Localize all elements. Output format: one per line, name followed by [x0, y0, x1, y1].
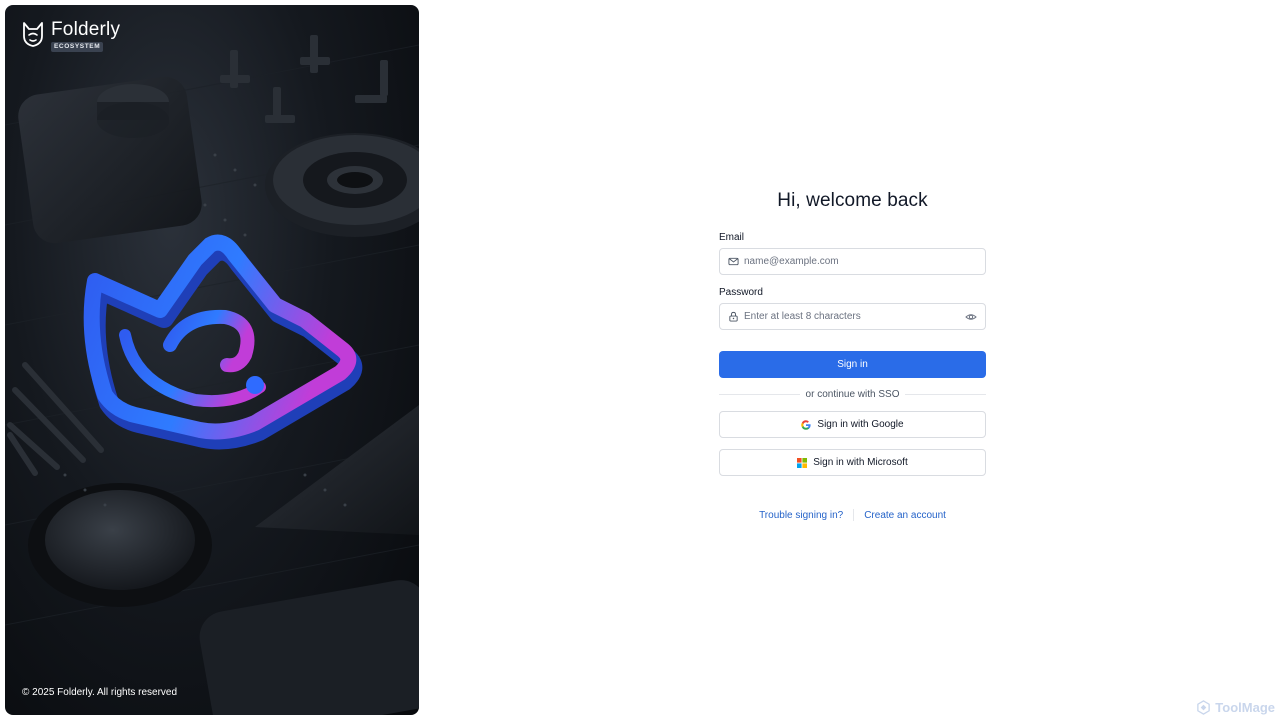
create-account-link[interactable]: Create an account: [864, 510, 946, 521]
password-group: Password: [719, 287, 986, 330]
links-separator: [853, 509, 855, 521]
trouble-signing-in-link[interactable]: Trouble signing in?: [759, 510, 843, 521]
microsoft-sign-in-label: Sign in with Microsoft: [813, 457, 908, 468]
divider-line-left: [719, 394, 800, 395]
brand-logo[interactable]: Folderly ECOSYSTEM: [21, 20, 120, 52]
neon-fox-logo: [83, 234, 363, 450]
hero-panel: Folderly ECOSYSTEM © 2025 Folderly. All …: [5, 5, 419, 715]
hero-illustration: [5, 35, 419, 715]
google-sign-in-label: Sign in with Google: [817, 419, 904, 430]
password-label: Password: [719, 287, 763, 298]
eye-icon[interactable]: [965, 311, 977, 323]
brand-name: Folderly: [51, 19, 121, 40]
email-label: Email: [719, 232, 745, 243]
email-field[interactable]: [739, 249, 985, 274]
email-group: Email: [719, 232, 986, 275]
fox-head-icon: [21, 20, 45, 48]
password-field[interactable]: [739, 304, 965, 329]
sso-divider-text: or continue with SSO: [805, 389, 900, 400]
google-sign-in-button[interactable]: Sign in with Google: [719, 411, 986, 438]
microsoft-sign-in-button[interactable]: Sign in with Microsoft: [719, 449, 986, 476]
sign-in-button[interactable]: Sign in: [719, 351, 986, 378]
microsoft-icon: [797, 457, 808, 468]
watermark: ToolMage: [1196, 700, 1275, 715]
password-field-wrapper: [719, 303, 986, 330]
login-form: Hi, welcome back Email Password: [719, 190, 986, 521]
lock-icon: [728, 311, 739, 322]
help-links: Trouble signing in? Create an account: [719, 509, 986, 521]
toolmage-logo-icon: [1196, 700, 1211, 715]
copyright-text: © 2025 Folderly. All rights reserved: [22, 687, 178, 698]
divider-line-right: [905, 394, 986, 395]
mail-icon: [728, 256, 739, 267]
google-icon: [801, 419, 812, 430]
brand-tag: ECOSYSTEM: [51, 42, 104, 52]
sso-divider: or continue with SSO: [719, 389, 986, 400]
watermark-text: ToolMage: [1215, 700, 1275, 715]
email-field-wrapper: [719, 248, 986, 275]
page-title: Hi, welcome back: [777, 190, 928, 211]
